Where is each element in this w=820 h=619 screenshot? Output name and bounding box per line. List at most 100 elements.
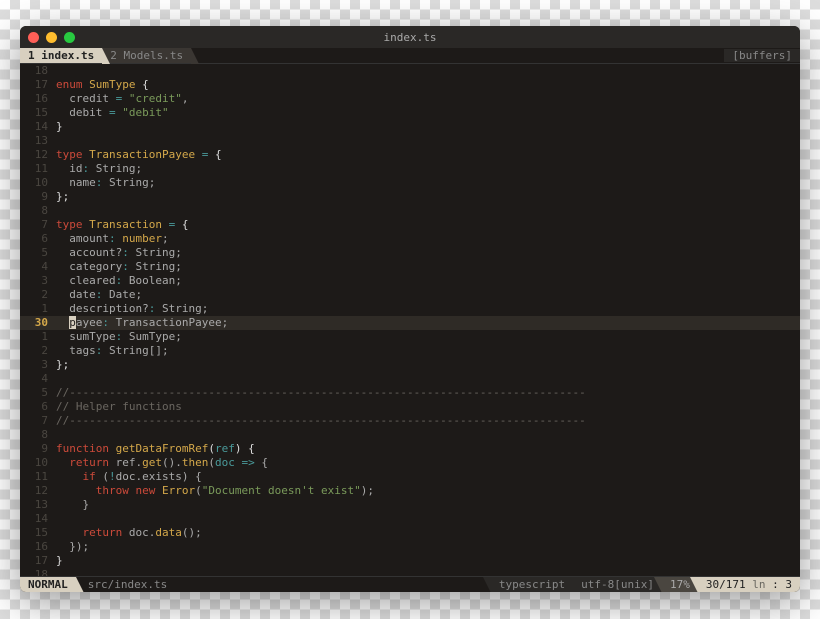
line-number: 1 — [20, 302, 56, 316]
line-content: type Transaction = { — [56, 218, 188, 232]
line-content: amount: number; — [56, 232, 169, 246]
line-content: throw new Error("Document doesn't exist"… — [56, 484, 374, 498]
tab-Models-ts[interactable]: 2 Models.ts — [102, 48, 191, 63]
window-title: index.ts — [384, 31, 437, 44]
code-line: 13 — [20, 134, 800, 148]
code-line: 13 } — [20, 498, 800, 512]
code-line: 3}; — [20, 358, 800, 372]
line-number: 8 — [20, 204, 56, 218]
code-line: 2 date: Date; — [20, 288, 800, 302]
code-line: 11 id: String; — [20, 162, 800, 176]
line-content: function getDataFromRef(ref) { — [56, 442, 255, 456]
line-number: 15 — [20, 526, 56, 540]
line-content: date: Date; — [56, 288, 142, 302]
file-path: src/index.ts — [76, 578, 179, 591]
terminal-window: index.ts 1 index.ts2 Models.ts [buffers]… — [20, 26, 800, 592]
code-line: 5//-------------------------------------… — [20, 386, 800, 400]
line-content: enum SumType { — [56, 78, 149, 92]
line-number: 3 — [20, 358, 56, 372]
code-line: 14 — [20, 512, 800, 526]
code-line: 15 return doc.data(); — [20, 526, 800, 540]
code-line: 16 credit = "credit", — [20, 92, 800, 106]
code-line: 14} — [20, 120, 800, 134]
position-segment: 30/171 ln : 3 — [698, 577, 800, 592]
code-line: 12 throw new Error("Document doesn't exi… — [20, 484, 800, 498]
code-line: 3 cleared: Boolean; — [20, 274, 800, 288]
code-line: 12type TransactionPayee = { — [20, 148, 800, 162]
line-content: } — [56, 120, 63, 134]
line-number: 8 — [20, 428, 56, 442]
code-line: 6// Helper functions — [20, 400, 800, 414]
line-number: 17 — [20, 78, 56, 92]
line-number: 13 — [20, 134, 56, 148]
line-content: debit = "debit" — [56, 106, 169, 120]
code-line: 18 — [20, 568, 800, 576]
line-content: credit = "credit", — [56, 92, 188, 106]
code-line: 8 — [20, 428, 800, 442]
code-line: 4 category: String; — [20, 260, 800, 274]
code-line: 17enum SumType { — [20, 78, 800, 92]
code-line: 30 payee: TransactionPayee; — [20, 316, 800, 330]
line-number: 5 — [20, 386, 56, 400]
line-content: category: String; — [56, 260, 182, 274]
line-content: payee: TransactionPayee; — [56, 316, 228, 330]
editor-area[interactable]: 1817enum SumType {16 credit = "credit",1… — [20, 64, 800, 576]
line-number: 17 — [20, 554, 56, 568]
line-content: } — [56, 554, 63, 568]
line-number: 18 — [20, 64, 56, 78]
code-line: 2 tags: String[]; — [20, 344, 800, 358]
line-number: 12 — [20, 148, 56, 162]
code-line: 1 sumType: SumType; — [20, 330, 800, 344]
line-content: return ref.get().then(doc => { — [56, 456, 268, 470]
line-content: }; — [56, 190, 69, 204]
line-number: 11 — [20, 470, 56, 484]
titlebar: index.ts — [20, 26, 800, 48]
code-line: 17} — [20, 554, 800, 568]
code-line: 10 return ref.get().then(doc => { — [20, 456, 800, 470]
line-number: 12 — [20, 484, 56, 498]
code-line: 7//-------------------------------------… — [20, 414, 800, 428]
line-content: //--------------------------------------… — [56, 386, 586, 400]
line-content: name: String; — [56, 176, 155, 190]
line-number: 10 — [20, 176, 56, 190]
line-number: 18 — [20, 568, 56, 576]
code-line: 1 description?: String; — [20, 302, 800, 316]
line-number: 16 — [20, 92, 56, 106]
line-content: type TransactionPayee = { — [56, 148, 222, 162]
code-line: 11 if (!doc.exists) { — [20, 470, 800, 484]
tab-index-ts[interactable]: 1 index.ts — [20, 48, 102, 63]
line-number: 7 — [20, 218, 56, 232]
line-number: 2 — [20, 344, 56, 358]
line-number: 4 — [20, 372, 56, 386]
vim-mode: NORMAL — [20, 577, 76, 592]
filetype-segment: typescript — [491, 577, 573, 592]
maximize-icon[interactable] — [64, 32, 75, 43]
buffers-indicator[interactable]: [buffers] — [724, 49, 800, 62]
code-line: 5 account?: String; — [20, 246, 800, 260]
line-content: description?: String; — [56, 302, 208, 316]
close-icon[interactable] — [28, 32, 39, 43]
line-content: } — [56, 498, 89, 512]
line-number: 9 — [20, 442, 56, 456]
line-number: 11 — [20, 162, 56, 176]
line-content: }); — [56, 540, 89, 554]
line-number: 5 — [20, 246, 56, 260]
code-line: 9}; — [20, 190, 800, 204]
code-line: 10 name: String; — [20, 176, 800, 190]
tab-bar: 1 index.ts2 Models.ts [buffers] — [20, 48, 800, 64]
line-content: if (!doc.exists) { — [56, 470, 202, 484]
line-number: 6 — [20, 232, 56, 246]
line-number: 4 — [20, 260, 56, 274]
line-content: tags: String[]; — [56, 344, 169, 358]
line-number: 14 — [20, 512, 56, 526]
code-line: 4 — [20, 372, 800, 386]
line-number: 13 — [20, 498, 56, 512]
line-number: 3 — [20, 274, 56, 288]
line-content: //--------------------------------------… — [56, 414, 586, 428]
line-content: return doc.data(); — [56, 526, 202, 540]
minimize-icon[interactable] — [46, 32, 57, 43]
status-bar: NORMAL src/index.ts typescript utf-8[uni… — [20, 576, 800, 592]
code-line: 7type Transaction = { — [20, 218, 800, 232]
line-number: 30 — [20, 316, 56, 330]
line-content: sumType: SumType; — [56, 330, 182, 344]
